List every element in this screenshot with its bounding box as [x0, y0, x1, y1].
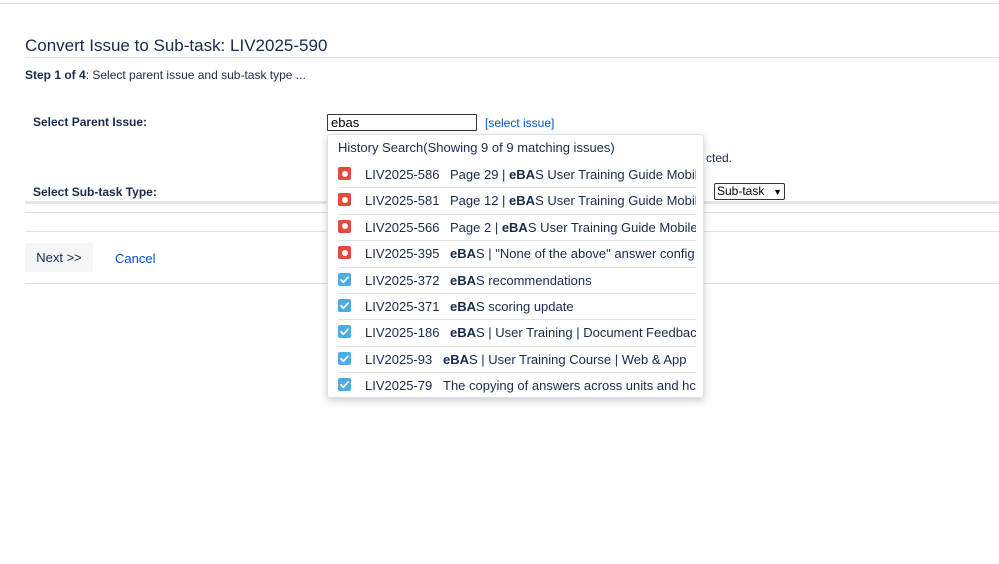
summary-prefix: Page 29 | [450, 167, 510, 182]
summary-match: eBA [450, 246, 477, 262]
issue-summary: eBAS scoring update [450, 299, 696, 314]
item-divider [338, 292, 696, 294]
summary-suffix: S | "None of the above" answer config [476, 246, 695, 262]
item-divider [338, 372, 696, 374]
summary-prefix: Page 2 | [450, 219, 502, 235]
summary-suffix: S recommendations [476, 272, 592, 288]
summary-suffix: S User Training Guide Mobil [535, 167, 696, 182]
issue-summary: eBAS | User Training Course | Web & App [443, 352, 696, 367]
summary-match: eBA [509, 193, 536, 209]
issue-summary: Page 12 | eBAS User Training Guide Mobil [450, 193, 696, 208]
suggestion-item[interactable]: LIV2025-581 Page 12 | eBAS User Training … [328, 189, 696, 215]
task-checkbox-icon [338, 299, 351, 312]
item-divider [338, 240, 696, 242]
cancel-link[interactable]: Cancel [115, 251, 155, 266]
summary-match: eBA [450, 272, 477, 288]
summary-prefix: Page 12 | [450, 193, 510, 209]
issue-summary: Page 29 | eBAS User Training Guide Mobil [450, 167, 696, 182]
suggestion-item[interactable]: LIV2025-371 eBAS scoring update [328, 295, 696, 321]
subtask-type-label: Select Sub-task Type: [33, 185, 157, 199]
summary-suffix: S User Training Guide Mobil [535, 193, 696, 209]
chevron-down-icon: ▼ [773, 187, 782, 197]
subtask-type-select[interactable]: Sub-task ▼ [714, 183, 785, 200]
hint-text: cted. [706, 151, 733, 165]
suggestion-item[interactable]: LIV2025-93 eBAS | User Training Course | … [328, 348, 696, 374]
task-checkbox-icon [338, 272, 351, 286]
suggestion-item[interactable]: LIV2025-566 Page 2 | eBAS User Training G… [328, 216, 696, 242]
issue-summary: eBAS | "None of the above" answer config [450, 246, 696, 261]
issue-summary: eBAS | User Training | Document Feedbacl [450, 325, 696, 340]
issue-key: LIV2025-372 [365, 272, 440, 288]
suggestion-item[interactable]: LIV2025-186 eBAS | User Training | Docume… [328, 321, 696, 347]
item-divider [338, 319, 696, 321]
suggestion-item[interactable]: LIV2025-79 The copying of answers across … [328, 374, 696, 397]
summary-suffix: S | User Training Course | Web & App [469, 351, 687, 367]
task-checkbox-icon [338, 351, 351, 365]
issue-key: LIV2025-371 [365, 299, 440, 314]
issue-summary: The copying of answers across units and … [443, 378, 696, 393]
suggestion-item[interactable]: LIV2025-586 Page 29 | eBAS User Training … [328, 163, 696, 189]
summary-match: eBA [450, 325, 477, 341]
item-divider [338, 266, 696, 268]
issue-summary: eBAS recommendations [450, 273, 696, 288]
summary-match: eBA [501, 219, 528, 235]
issue-suggestions-dropdown: History Search(Showing 9 of 9 matching i… [327, 134, 704, 398]
dropdown-header: History Search(Showing 9 of 9 matching i… [338, 140, 615, 155]
summary-suffix: S User Training Guide Mobile [527, 219, 696, 235]
task-checkbox-icon [338, 378, 351, 392]
item-divider [338, 213, 696, 215]
step-indicator: Step 1 of 4: Select parent issue and sub… [25, 68, 306, 82]
task-checkbox-icon [338, 325, 351, 339]
issue-key: LIV2025-566 [365, 219, 440, 235]
summary-suffix: S scoring update [476, 299, 574, 314]
bug-icon [338, 167, 351, 180]
bug-icon [338, 246, 351, 260]
issue-key: LIV2025-93 [365, 351, 433, 367]
subtask-type-value: Sub-task [717, 184, 765, 198]
summary-match: eBA [443, 351, 470, 367]
suggestion-item[interactable]: LIV2025-395 eBAS | "None of the above" an… [328, 242, 696, 268]
parent-issue-label: Select Parent Issue: [33, 115, 148, 129]
parent-issue-input[interactable] [327, 114, 477, 131]
select-issue-link[interactable]: [select issue] [485, 116, 554, 130]
step-description: : Select parent issue and sub-task type … [85, 68, 306, 82]
summary-prefix: The copying of answers across units and … [443, 378, 696, 394]
issue-key: LIV2025-395 [365, 246, 440, 262]
title-divider [25, 57, 999, 58]
page-title: Convert Issue to Sub-task: LIV2025-590 [25, 36, 328, 55]
summary-suffix: S | User Training | Document Feedbacl [476, 325, 696, 341]
issue-key: LIV2025-79 [365, 378, 433, 394]
step-number: Step 1 of 4 [25, 68, 86, 82]
top-divider [0, 3, 999, 4]
issue-summary: Page 2 | eBAS User Training Guide Mobile [450, 220, 696, 235]
issue-key: LIV2025-186 [365, 325, 440, 341]
issue-key: LIV2025-586 [365, 167, 440, 182]
suggestion-item[interactable]: LIV2025-372 eBAS recommendations [328, 269, 696, 295]
summary-match: eBA [509, 167, 536, 182]
next-button[interactable]: Next >> [25, 243, 93, 272]
bug-icon [338, 193, 351, 207]
item-divider [338, 345, 696, 347]
bug-icon [338, 219, 351, 233]
issue-key: LIV2025-581 [365, 193, 440, 209]
item-divider [338, 187, 696, 189]
summary-match: eBA [450, 299, 477, 314]
